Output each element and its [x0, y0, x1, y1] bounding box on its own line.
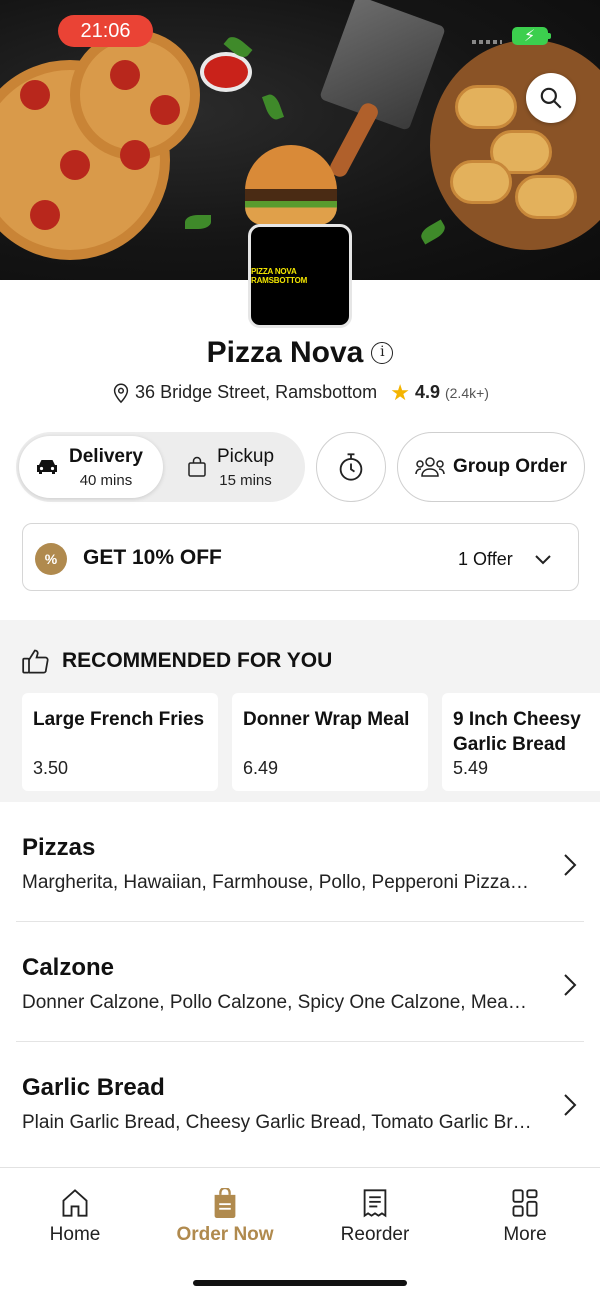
recommended-heading: RECOMMENDED FOR YOU — [22, 648, 332, 674]
category-name: Garlic Bread — [22, 1074, 165, 1101]
shopping-bag-icon — [188, 456, 206, 477]
store-address: 36 Bridge Street, Ramsbottom — [135, 381, 378, 402]
group-order-label: Group Order — [452, 456, 567, 477]
category-name: Calzone — [22, 954, 115, 981]
stopwatch-icon — [339, 453, 363, 481]
rating-count: (2.4k+) — [444, 384, 489, 401]
search-icon — [540, 87, 562, 109]
star-icon: ★ — [390, 380, 410, 405]
receipt-icon — [363, 1189, 387, 1218]
delivery-option[interactable]: Delivery 40 mins — [19, 436, 163, 498]
store-name: Pizza Nova — [206, 336, 364, 369]
nav-more-label: More — [503, 1224, 547, 1245]
cleaver-image — [319, 0, 446, 131]
category-name: Pizzas — [22, 834, 96, 861]
nav-reorder-label: Reorder — [340, 1224, 410, 1245]
home-icon — [62, 1189, 88, 1217]
offer-title: GET 10% OFF — [83, 546, 222, 569]
recommended-item-price: 5.49 — [453, 758, 489, 778]
store-rating: 4.9 — [414, 381, 440, 402]
sauce-image — [200, 52, 252, 92]
nav-more[interactable]: More — [450, 1188, 600, 1246]
delivery-time: 40 mins — [79, 471, 133, 489]
status-time: 21:06 — [58, 15, 153, 47]
recommended-item-price: 6.49 — [243, 758, 279, 778]
store-address-row: 36 Bridge Street, Ramsbottom ★ 4.9 (2.4k… — [0, 380, 600, 406]
recommended-item-name: 9 Inch Cheesy Garlic Bread — [453, 709, 581, 755]
nav-home-label: Home — [49, 1224, 101, 1245]
chevron-down-icon — [535, 555, 551, 565]
category-row-calzone[interactable]: Calzone Donner Calzone, Pollo Calzone, S… — [0, 922, 600, 1042]
nav-reorder[interactable]: Reorder — [300, 1188, 450, 1246]
battery-icon: ⚡ — [512, 27, 551, 45]
offer-banner[interactable]: % GET 10% OFF 1 Offer — [22, 523, 579, 591]
discount-badge-icon: % — [35, 543, 67, 575]
pickup-time: 15 mins — [219, 471, 272, 489]
schedule-button[interactable] — [316, 432, 386, 502]
category-items: Plain Garlic Bread, Cheesy Garlic Bread,… — [22, 1112, 532, 1133]
pickup-option[interactable]: Pickup 15 mins — [181, 436, 301, 498]
thumbs-up-icon — [22, 649, 49, 674]
recommended-card[interactable]: 9 Inch Cheesy Garlic Bread 5.49 — [442, 693, 600, 791]
search-button[interactable] — [526, 73, 576, 123]
location-pin-icon — [113, 383, 129, 404]
nav-order-now[interactable]: Order Now — [150, 1188, 300, 1246]
recommended-card[interactable]: Large French Fries 3.50 — [22, 693, 218, 791]
signal-icon — [472, 40, 502, 44]
category-items: Margherita, Hawaiian, Farmhouse, Pollo, … — [22, 872, 532, 893]
recommended-item-name: Donner Wrap Meal — [243, 709, 410, 730]
order-mode-toggle: Delivery 40 mins Pickup 15 mins — [16, 432, 305, 502]
delivery-label: Delivery — [69, 445, 143, 467]
offer-count: 1 Offer — [458, 549, 513, 569]
car-icon — [37, 460, 57, 474]
category-row-pizzas[interactable]: Pizzas Margherita, Hawaiian, Farmhouse, … — [0, 802, 600, 922]
category-row-garlic-bread[interactable]: Garlic Bread Plain Garlic Bread, Cheesy … — [0, 1042, 600, 1162]
category-items: Donner Calzone, Pollo Calzone, Spicy One… — [22, 992, 532, 1013]
recommended-card[interactable]: Donner Wrap Meal 6.49 — [232, 693, 428, 791]
bottom-nav: Home Order Now Reorder More — [0, 1167, 600, 1298]
chevron-right-icon — [564, 854, 577, 876]
home-indicator — [193, 1280, 407, 1286]
chevron-right-icon — [564, 974, 577, 996]
nav-home[interactable]: Home — [0, 1188, 150, 1246]
recommended-section: RECOMMENDED FOR YOU Large French Fries 3… — [0, 620, 600, 802]
recommended-item-name: Large French Fries — [33, 709, 205, 730]
store-title-row: Pizza Nova i — [0, 336, 600, 370]
grid-icon — [512, 1189, 538, 1217]
info-icon[interactable]: i — [371, 342, 394, 364]
order-bag-icon — [214, 1188, 236, 1218]
chevron-right-icon — [564, 1094, 577, 1116]
group-order-button[interactable]: Group Order — [397, 432, 585, 502]
pickup-label: Pickup — [217, 445, 275, 467]
group-icon — [415, 457, 445, 477]
nav-order-now-label: Order Now — [176, 1224, 274, 1245]
store-logo: PIZZA NOVA RAMSBOTTOM — [248, 224, 352, 328]
recommended-item-price: 3.50 — [33, 758, 69, 778]
recommended-title: RECOMMENDED FOR YOU — [62, 649, 333, 672]
store-logo-text: PIZZA NOVA RAMSBOTTOM — [251, 267, 308, 285]
burger-image — [245, 145, 337, 225]
